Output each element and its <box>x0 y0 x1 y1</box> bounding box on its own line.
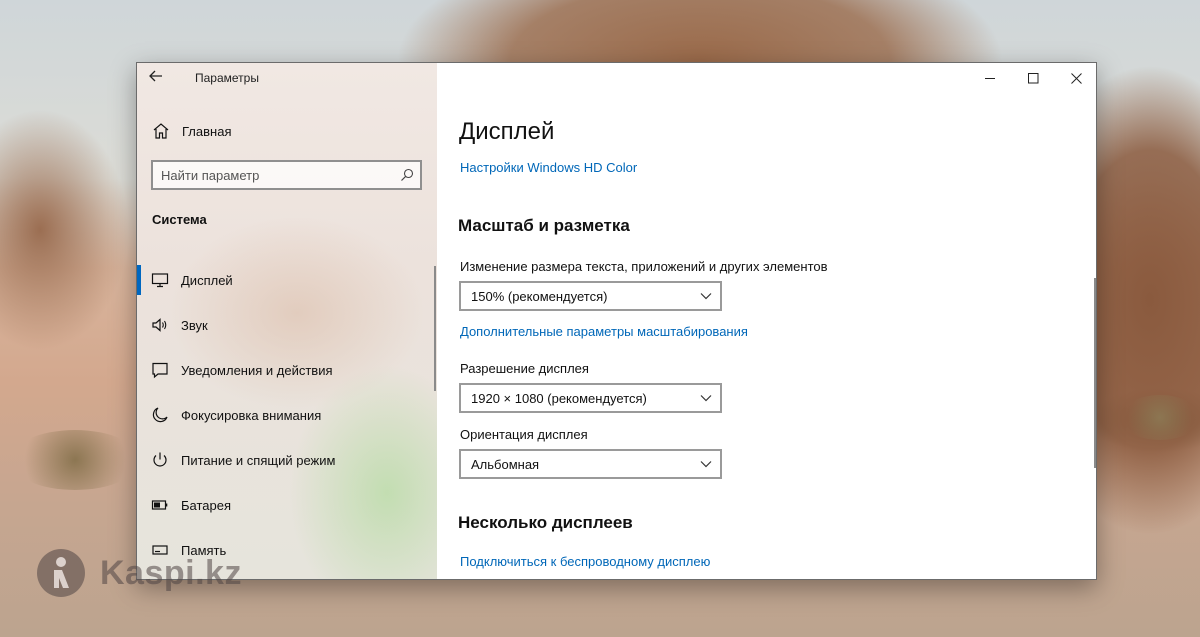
battery-icon <box>151 500 168 510</box>
orientation-dropdown[interactable]: Альбомная <box>459 449 722 479</box>
hd-color-settings-link[interactable]: Настройки Windows HD Color <box>460 160 637 175</box>
window-controls <box>969 63 1096 93</box>
orientation-label: Ориентация дисплея <box>460 427 588 442</box>
search-field[interactable] <box>151 160 422 190</box>
multiple-displays-heading: Несколько дисплеев <box>458 513 633 532</box>
main-scrollbar[interactable] <box>1094 278 1096 468</box>
sidebar-item-sound[interactable]: Звук <box>137 303 437 348</box>
sidebar-item-label: Дисплей <box>181 273 233 288</box>
sidebar-item-notifications[interactable]: Уведомления и действия <box>137 348 437 393</box>
scale-size-label: Изменение размера текста, приложений и д… <box>460 259 828 274</box>
chevron-down-icon <box>700 461 712 468</box>
settings-window: Параметры Главная Система Дисплей <box>136 62 1097 580</box>
scale-dropdown-value: 150% (рекомендуется) <box>471 289 608 304</box>
sidebar-item-label: Главная <box>182 124 232 139</box>
sidebar-item-home[interactable]: Главная <box>137 115 437 147</box>
desert-bush <box>1120 395 1200 440</box>
sidebar-item-power-sleep[interactable]: Питание и спящий режим <box>137 438 437 483</box>
watermark-text: Kaspi.kz <box>100 553 242 592</box>
watermark: Kaspi.kz <box>36 547 242 599</box>
sidebar-item-focus-assist[interactable]: Фокусировка внимания <box>137 393 437 438</box>
power-icon <box>153 452 167 467</box>
resolution-dropdown-value: 1920 × 1080 (рекомендуется) <box>471 391 647 406</box>
window-title: Параметры <box>195 71 259 85</box>
main-content: Дисплей Настройки Windows HD Color Масшт… <box>437 63 1096 579</box>
sidebar-item-label: Уведомления и действия <box>181 363 333 378</box>
home-icon <box>153 123 169 139</box>
kaspi-logo-icon <box>37 549 85 597</box>
sidebar-nav: Дисплей Звук Уведомления и действия Фоку… <box>137 258 437 573</box>
minimize-icon <box>985 78 995 79</box>
sidebar-scrollbar[interactable] <box>434 266 436 391</box>
desert-bush <box>10 430 140 490</box>
sidebar-item-display[interactable]: Дисплей <box>137 258 437 303</box>
sidebar: Параметры Главная Система Дисплей <box>137 63 437 579</box>
back-button[interactable] <box>149 69 169 89</box>
page-title: Дисплей <box>459 118 555 145</box>
advanced-scaling-link[interactable]: Дополнительные параметры масштабирования <box>460 324 748 339</box>
scale-dropdown[interactable]: 150% (рекомендуется) <box>459 281 722 311</box>
sidebar-item-label: Батарея <box>181 498 232 513</box>
close-icon <box>1071 73 1082 84</box>
search-icon <box>401 168 414 181</box>
maximize-button[interactable] <box>1012 63 1055 93</box>
wireless-display-link[interactable]: Подключиться к беспроводному дисплею <box>460 554 710 569</box>
back-arrow-icon <box>149 70 162 82</box>
sidebar-item-label: Фокусировка внимания <box>181 408 322 423</box>
sidebar-item-label: Звук <box>181 318 208 333</box>
moon-icon <box>152 407 168 423</box>
search-input[interactable] <box>161 166 391 184</box>
monitor-icon <box>151 273 169 288</box>
scale-layout-heading: Масштаб и разметка <box>458 216 630 235</box>
chevron-down-icon <box>700 293 712 300</box>
close-button[interactable] <box>1055 63 1096 93</box>
maximize-icon <box>1028 73 1039 84</box>
chevron-down-icon <box>700 395 712 402</box>
sidebar-item-label: Питание и спящий режим <box>181 453 336 468</box>
sidebar-item-battery[interactable]: Батарея <box>137 483 437 528</box>
resolution-dropdown[interactable]: 1920 × 1080 (рекомендуется) <box>459 383 722 413</box>
speaker-icon <box>152 318 167 332</box>
minimize-button[interactable] <box>969 63 1012 93</box>
notification-icon <box>152 362 168 379</box>
section-title: Система <box>152 212 207 227</box>
resolution-label: Разрешение дисплея <box>460 361 589 376</box>
orientation-dropdown-value: Альбомная <box>471 457 540 472</box>
